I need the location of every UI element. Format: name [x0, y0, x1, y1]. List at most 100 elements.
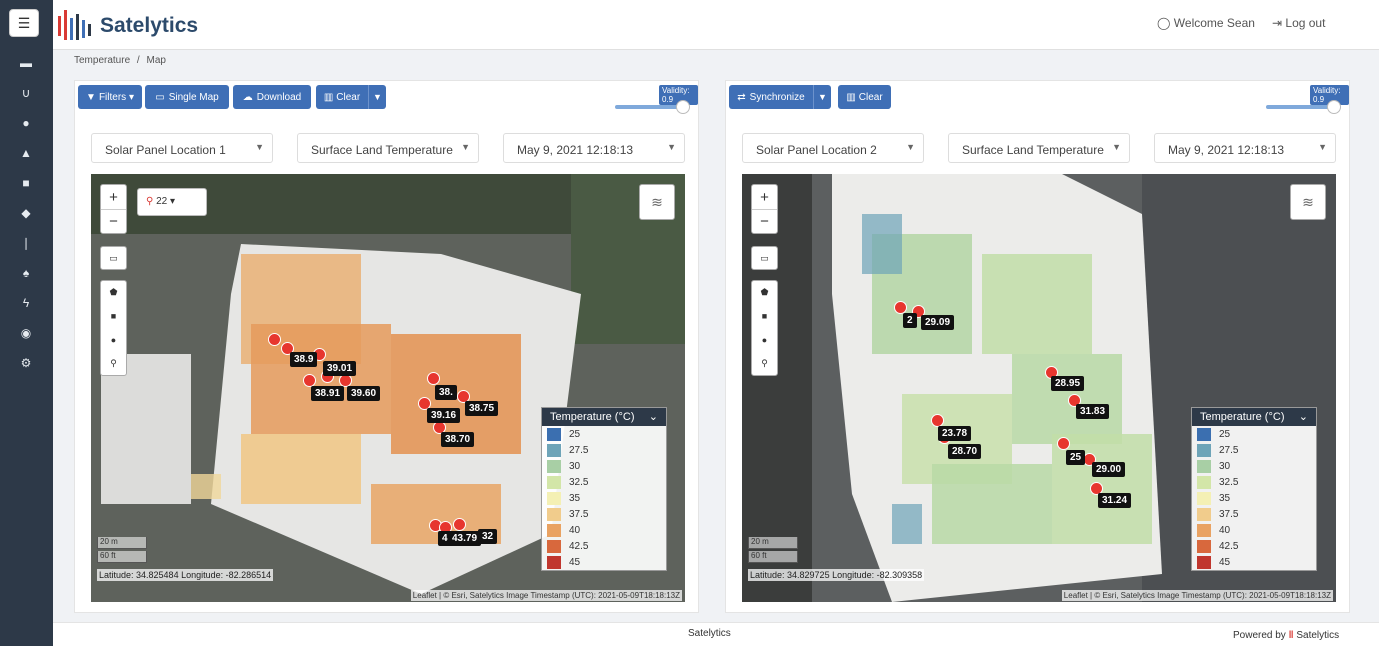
- temperature-pin[interactable]: [453, 518, 466, 531]
- drop-icon[interactable]: ●: [17, 114, 35, 132]
- clear-button[interactable]: ▥ Clear: [316, 85, 368, 109]
- map-attribution: Leaflet | © Esri, Satelytics Image Times…: [1061, 590, 1333, 601]
- temperature-pin[interactable]: [427, 372, 440, 385]
- legend-item: 45: [542, 554, 666, 570]
- temperature-label: 25: [1066, 450, 1086, 465]
- powered-by: Powered by ‖ Satelytics: [1233, 630, 1340, 641]
- legend-swatch: [547, 443, 561, 457]
- ruler-tool-icon[interactable]: ▭: [751, 246, 778, 270]
- filters-button[interactable]: ▼ Filters ▾: [78, 85, 142, 109]
- marker-draw-icon[interactable]: ⚲: [110, 352, 117, 376]
- date-select[interactable]: May 9, 2021 12:18:13 ▼: [503, 133, 685, 163]
- layer-select[interactable]: Surface Land Temperature ▼: [297, 133, 479, 163]
- legend-swatch: [547, 539, 561, 553]
- temperature-pin[interactable]: [268, 333, 281, 346]
- logout-link[interactable]: ⇥ Log out: [1272, 16, 1325, 30]
- temperature-label: 29.09: [921, 315, 955, 330]
- synchronize-button[interactable]: ⇄ Synchronize: [729, 85, 813, 109]
- layers-icon[interactable]: ≋: [1290, 184, 1326, 220]
- logout-icon: ⇥: [1272, 16, 1283, 30]
- temperature-label: 39.01: [323, 361, 357, 376]
- legend-label: 37.5: [1219, 508, 1239, 520]
- legend-item: 37.5: [1192, 506, 1316, 522]
- logo[interactable]: Satelytics: [56, 6, 198, 46]
- legend-item: 37.5: [542, 506, 666, 522]
- synchronize-dropdown-caret[interactable]: ▼: [813, 85, 831, 109]
- logo-mark-icon: ‖: [1288, 630, 1294, 641]
- trash-icon: ▥: [846, 91, 856, 103]
- legend-item: 35: [542, 490, 666, 506]
- zoom-out-button[interactable]: −: [101, 209, 126, 233]
- circle-draw-icon[interactable]: ●: [762, 328, 767, 352]
- bolt-icon[interactable]: ϟ: [17, 294, 35, 312]
- user-icon[interactable]: ◉: [17, 324, 35, 342]
- sidebar: ☰ ▬ ∪ ● ▲ ■ ◆ ❘ ♠ ϟ ◉ ⚙: [0, 0, 53, 646]
- hamburger-menu-icon[interactable]: ☰: [9, 9, 39, 37]
- date-select[interactable]: May 9, 2021 12:18:13 ▼: [1154, 133, 1336, 163]
- breadcrumb-parent[interactable]: Temperature: [74, 55, 130, 66]
- temperature-pin[interactable]: [1057, 437, 1070, 450]
- legend-item: 45: [1192, 554, 1316, 570]
- zoom-out-button[interactable]: −: [752, 209, 777, 233]
- legend-title[interactable]: Temperature (°C) ⌄: [542, 408, 666, 426]
- magnet-icon[interactable]: ∪: [17, 84, 35, 102]
- legend-label: 35: [1219, 492, 1231, 504]
- legend-label: 37.5: [569, 508, 589, 520]
- zoom-in-button[interactable]: +: [752, 185, 777, 209]
- polygon-draw-icon[interactable]: ⬟: [761, 281, 769, 305]
- rectangle-draw-icon[interactable]: ■: [762, 305, 767, 329]
- chevron-down-icon: ▼: [906, 142, 915, 152]
- tree-icon[interactable]: ♠: [17, 264, 35, 282]
- single-map-button[interactable]: ▭ Single Map: [145, 85, 229, 109]
- legend-item: 25: [542, 426, 666, 442]
- legend-swatch: [1197, 475, 1211, 489]
- circle-draw-icon[interactable]: ●: [111, 328, 116, 352]
- lock-icon[interactable]: ■: [17, 174, 35, 192]
- legend-label: 45: [1219, 556, 1231, 568]
- clear-dropdown-caret[interactable]: ▼: [368, 85, 386, 109]
- footer-brand: Satelytics: [688, 628, 731, 639]
- clear-button[interactable]: ▥ Clear: [838, 85, 891, 109]
- polygon-draw-icon[interactable]: ⬟: [110, 281, 118, 305]
- legend-item: 25: [1192, 426, 1316, 442]
- marker-draw-icon[interactable]: ⚲: [761, 352, 768, 376]
- map-right[interactable]: + − ▭ ⬟ ■ ● ⚲ ≋ 2 29.09 28.95 31.83 23.7…: [742, 174, 1336, 602]
- user-circle-icon: ◯: [1157, 16, 1171, 30]
- validity-slider[interactable]: [1266, 100, 1341, 114]
- validity-slider[interactable]: [615, 100, 690, 114]
- legend-swatch: [547, 507, 561, 521]
- legend-label: 35: [569, 492, 581, 504]
- legend-title[interactable]: Temperature (°C) ⌄: [1192, 408, 1316, 426]
- layers-icon[interactable]: ≋: [639, 184, 675, 220]
- scale-feet: 60 ft: [97, 551, 147, 563]
- legend-label: 32.5: [1219, 476, 1239, 488]
- leaf-icon[interactable]: ◆: [17, 204, 35, 222]
- scale-meters: 20 m: [748, 537, 798, 549]
- warning-icon[interactable]: ▲: [17, 144, 35, 162]
- temperature-label: 28.95: [1051, 376, 1085, 391]
- legend-item: 35: [1192, 490, 1316, 506]
- location-select[interactable]: Solar Panel Location 1 ▼: [91, 133, 273, 163]
- thermometer-icon[interactable]: ❘: [17, 234, 35, 252]
- map-left[interactable]: + − ⚲ 22 ▾ ▭ ⬟ ■ ● ⚲ ≋ 38.9 39.01 38.91 …: [91, 174, 685, 602]
- map-pin-icon: ⚲: [146, 196, 154, 207]
- temperature-label: 2: [903, 313, 917, 328]
- temperature-label: 31.83: [1076, 404, 1110, 419]
- rectangle-draw-icon[interactable]: ■: [111, 305, 116, 329]
- download-button[interactable]: ☁ Download: [233, 85, 311, 109]
- legend-label: 27.5: [1219, 444, 1239, 456]
- location-select[interactable]: Solar Panel Location 2 ▼: [742, 133, 924, 163]
- legend-item: 27.5: [542, 442, 666, 458]
- breadcrumb: Temperature / Map: [74, 55, 166, 66]
- legend-swatch: [1197, 459, 1211, 473]
- ruler-tool-icon[interactable]: ▭: [100, 246, 127, 270]
- layer-select[interactable]: Surface Land Temperature ▼: [948, 133, 1130, 163]
- breadcrumb-current: Map: [146, 55, 166, 66]
- pin-zoom-stepper[interactable]: ⚲ 22 ▾: [137, 188, 207, 216]
- temperature-label: 4: [438, 531, 452, 546]
- network-icon[interactable]: ⚙: [17, 354, 35, 372]
- monitor-icon: ▭: [155, 91, 165, 103]
- zoom-in-button[interactable]: +: [101, 185, 126, 209]
- folder-icon[interactable]: ▬: [17, 54, 35, 72]
- legend-swatch: [1197, 507, 1211, 521]
